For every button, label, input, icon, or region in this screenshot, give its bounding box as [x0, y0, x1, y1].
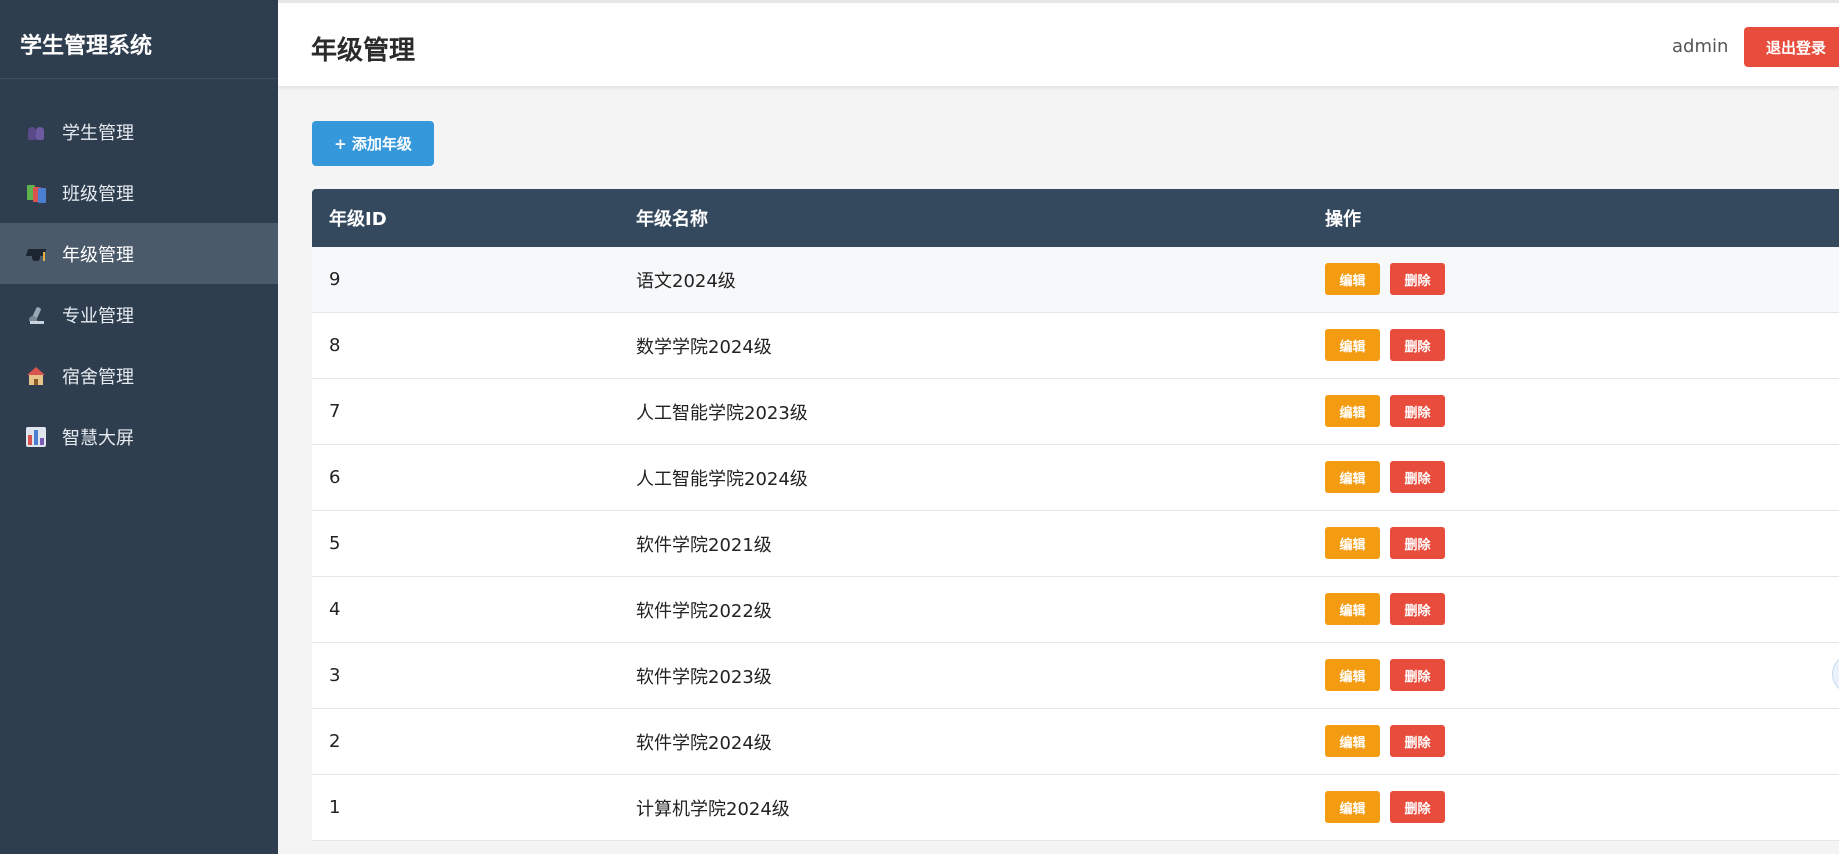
table-row: 1 计算机学院2024级 编辑 删除 [312, 775, 1839, 841]
grade-name: 语文2024级 [636, 270, 736, 292]
table-row: 7 人工智能学院2023级 编辑 删除 [312, 379, 1839, 445]
grade-name: 软件学院2022级 [636, 600, 772, 622]
edit-button[interactable]: 编辑 [1325, 461, 1380, 493]
grade-id: 4 [329, 599, 341, 620]
table-row: 4 软件学院2022级 编辑 删除 [312, 577, 1839, 643]
delete-button[interactable]: 删除 [1390, 659, 1445, 691]
grade-id: 5 [329, 533, 341, 554]
delete-button[interactable]: 删除 [1390, 725, 1445, 757]
column-header-actions: 操作 [1325, 209, 1361, 230]
table-row: 3 软件学院2023级 编辑 删除 [312, 643, 1839, 709]
students-icon [26, 122, 46, 142]
delete-button[interactable]: 删除 [1390, 263, 1445, 295]
sidebar-item-majors[interactable]: 专业管理 [0, 284, 278, 345]
grade-name: 软件学院2023级 [636, 666, 772, 688]
delete-button[interactable]: 删除 [1390, 593, 1445, 625]
edit-button[interactable]: 编辑 [1325, 395, 1380, 427]
edit-button[interactable]: 编辑 [1325, 791, 1380, 823]
grade-id: 3 [329, 665, 341, 686]
sidebar-item-label: 智慧大屏 [62, 427, 134, 449]
table-row: 2 软件学院2024级 编辑 删除 [312, 709, 1839, 775]
sidebar-item-dorms[interactable]: 宿舍管理 [0, 345, 278, 406]
delete-button[interactable]: 删除 [1390, 461, 1445, 493]
bar-chart-icon [26, 426, 46, 447]
table-row: 6 人工智能学院2024级 编辑 删除 [312, 445, 1839, 511]
row-actions: 编辑 删除 [1325, 461, 1445, 493]
sidebar-item-classes[interactable]: 班级管理 [0, 162, 278, 223]
page-title: 年级管理 [311, 36, 416, 66]
row-actions: 编辑 删除 [1325, 593, 1445, 625]
house-icon [26, 366, 46, 386]
grade-id: 8 [329, 335, 341, 356]
edit-button[interactable]: 编辑 [1325, 263, 1380, 295]
grade-name: 软件学院2021级 [636, 534, 772, 556]
grade-id: 2 [329, 731, 341, 752]
graduation-cap-icon [25, 244, 47, 264]
grade-id: 6 [329, 467, 341, 488]
top-header: 年级管理 admin 退出登录 [278, 0, 1839, 86]
row-actions: 编辑 删除 [1325, 263, 1445, 295]
sidebar-item-dashboard[interactable]: 智慧大屏 [0, 406, 278, 467]
sidebar-item-label: 年级管理 [62, 244, 134, 266]
microscope-icon [26, 305, 46, 325]
table-row: 8 数学学院2024级 编辑 删除 [312, 313, 1839, 379]
table-row: 5 软件学院2021级 编辑 删除 [312, 511, 1839, 577]
sidebar: 学生管理系统 学生管理 班级管理 年级管理 专业管理 宿舍管理 智慧大屏 [0, 0, 278, 854]
edit-button[interactable]: 编辑 [1325, 329, 1380, 361]
edit-button[interactable]: 编辑 [1325, 725, 1380, 757]
grade-id: 9 [329, 269, 341, 290]
row-actions: 编辑 删除 [1325, 659, 1445, 691]
add-grade-button[interactable]: + 添加年级 [312, 121, 434, 166]
delete-button[interactable]: 删除 [1390, 329, 1445, 361]
sidebar-item-label: 宿舍管理 [62, 366, 134, 388]
row-actions: 编辑 删除 [1325, 791, 1445, 823]
delete-button[interactable]: 删除 [1390, 395, 1445, 427]
sidebar-item-label: 学生管理 [62, 122, 134, 144]
row-actions: 编辑 删除 [1325, 725, 1445, 757]
table-header: 年级ID 年级名称 操作 [312, 189, 1839, 247]
table-row: 9 语文2024级 编辑 删除 [312, 247, 1839, 313]
edit-button[interactable]: 编辑 [1325, 593, 1380, 625]
sidebar-menu: 学生管理 班级管理 年级管理 专业管理 宿舍管理 智慧大屏 [0, 101, 278, 467]
row-actions: 编辑 删除 [1325, 395, 1445, 427]
grade-name: 软件学院2024级 [636, 732, 772, 754]
grade-name: 计算机学院2024级 [636, 798, 790, 820]
row-actions: 编辑 删除 [1325, 527, 1445, 559]
grade-table: 年级ID 年级名称 操作 9 语文2024级 编辑 删除 8 数学学院2024级… [312, 189, 1839, 841]
grade-name: 人工智能学院2024级 [636, 468, 808, 490]
delete-button[interactable]: 删除 [1390, 527, 1445, 559]
sidebar-item-label: 专业管理 [62, 305, 134, 327]
sidebar-item-students[interactable]: 学生管理 [0, 101, 278, 162]
grade-id: 7 [329, 401, 341, 422]
edit-button[interactable]: 编辑 [1325, 527, 1380, 559]
sidebar-item-grades[interactable]: 年级管理 [0, 223, 278, 284]
books-icon [26, 183, 46, 203]
user-name: admin [1672, 36, 1729, 57]
delete-button[interactable]: 删除 [1390, 791, 1445, 823]
row-actions: 编辑 删除 [1325, 329, 1445, 361]
column-header-name: 年级名称 [636, 209, 708, 230]
grade-id: 1 [329, 797, 341, 818]
app-title: 学生管理系统 [0, 0, 278, 79]
sidebar-item-label: 班级管理 [62, 183, 134, 205]
edit-button[interactable]: 编辑 [1325, 659, 1380, 691]
grade-name: 人工智能学院2023级 [636, 402, 808, 424]
column-header-id: 年级ID [329, 209, 387, 230]
logout-button[interactable]: 退出登录 [1744, 27, 1839, 67]
grade-name: 数学学院2024级 [636, 336, 772, 358]
